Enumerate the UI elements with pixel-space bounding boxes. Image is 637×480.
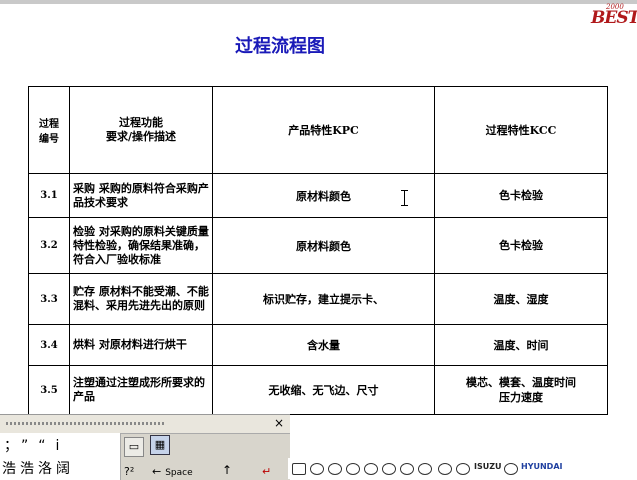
honda-logo-icon [292, 463, 306, 475]
text-cursor-icon [401, 190, 408, 206]
best-logo: 2000 BEST [588, 3, 637, 28]
hyundai-logo: HYUNDAI [521, 462, 563, 471]
bmw-logo-icon [382, 463, 396, 475]
candidate-char-row[interactable]: 浩浩洛阔 [2, 458, 74, 478]
row-no: 3.1 [28, 173, 70, 218]
candidate-punct-row[interactable]: ；”“i [4, 435, 69, 455]
row-no: 3.3 [28, 273, 70, 325]
acura-logo-icon [400, 463, 414, 475]
header-description: 过程功能 要求/操作描述 [69, 86, 213, 174]
brand-logo-icon [456, 463, 470, 475]
key-space-label: Space [165, 468, 193, 478]
row-kcc: 模芯、模套、温度时间 压力速度 [434, 365, 608, 415]
row-kcc: 温度、湿度 [434, 273, 608, 325]
row-kcc: 温度、时间 [434, 324, 608, 366]
row-desc: 烘料 对原材料进行烘干 [69, 324, 213, 366]
key-question[interactable]: ?² [124, 465, 134, 478]
row-no: 3.2 [28, 217, 70, 274]
logo-text: BEST [591, 8, 637, 28]
ime-mode-icon[interactable]: ▭ [124, 437, 144, 457]
key-enter[interactable]: ↵ [262, 465, 271, 478]
row-kcc: 色卡检验 [434, 217, 608, 274]
drag-handle-icon[interactable] [6, 422, 166, 425]
table-row: 3.2 检验 对采购的原料关键质量特性检验，确保结果准确，符合入厂验收标准 原材… [28, 217, 608, 274]
ime-soft-keyboard[interactable]: × ；”“i 浩浩洛阔 ▭ ▦ ?² ← Space ↑ ↵ [0, 414, 290, 480]
row-no: 3.5 [28, 365, 70, 415]
porsche-logo-icon [438, 463, 452, 475]
row-desc: 检验 对采购的原料关键质量特性检验，确保结果准确，符合入厂验收标准 [69, 217, 213, 274]
header-kcc: 过程特性KCC [434, 86, 608, 174]
key-space[interactable]: ← Space [152, 465, 193, 478]
process-table: 过程 编号 过程功能 要求/操作描述 产品特性KPC 过程特性KCC 3.1 采购 … [28, 86, 608, 415]
table-row: 3.5 注塑通过注塑成形所要求的产品 无收缩、无飞边、尺寸 模芯、模套、温度时间… [28, 365, 608, 415]
key-up[interactable]: ↑ [222, 463, 232, 477]
row-kpc: 无收缩、无飞边、尺寸 [212, 365, 435, 415]
brand-logo-icon [504, 463, 518, 475]
isuzu-logo: ISUZU [474, 462, 502, 471]
ime-candidates[interactable]: ；”“i 浩浩洛阔 [0, 433, 121, 480]
row-desc: 注塑通过注塑成形所要求的产品 [69, 365, 213, 415]
toyota-logo-icon [310, 463, 324, 475]
row-kcc: 色卡检验 [434, 173, 608, 218]
row-kpc: 原材料颜色 [212, 217, 435, 274]
ime-keyboard-icon[interactable]: ▦ [150, 435, 170, 455]
top-scrollbar [0, 0, 637, 4]
table-row: 3.1 采购 采购的原料符合采购产品技术要求 原材料颜色 色卡检验 [28, 173, 608, 218]
header-kpc: 产品特性KPC [212, 86, 435, 174]
table-row: 3.3 贮存 原材料不能受潮、不能混料、采用先进先出的原则 标识贮存，建立提示卡… [28, 273, 608, 325]
brand-logo-icon [418, 463, 432, 475]
lotus-logo-icon [346, 463, 360, 475]
row-desc: 采购 采购的原料符合采购产品技术要求 [69, 173, 213, 218]
row-kpc: 标识贮存，建立提示卡、 [212, 273, 435, 325]
slide-title: 过程流程图 [235, 36, 325, 57]
row-desc: 贮存 原材料不能受潮、不能混料、采用先进先出的原则 [69, 273, 213, 325]
left-arrow-icon: ← [152, 465, 162, 478]
car-brand-strip: ISUZU HYUNDAI [288, 458, 637, 479]
alfa-logo-icon [364, 463, 378, 475]
header-process-no: 过程 编号 [28, 86, 70, 174]
row-no: 3.4 [28, 324, 70, 366]
row-kpc: 含水量 [212, 324, 435, 366]
ime-titlebar[interactable]: × [0, 415, 290, 434]
mazda-logo-icon [328, 463, 342, 475]
close-icon[interactable]: × [274, 416, 284, 430]
table-row: 3.4 烘料 对原材料进行烘干 含水量 温度、时间 [28, 324, 608, 366]
table-header-row: 过程 编号 过程功能 要求/操作描述 产品特性KPC 过程特性KCC [28, 86, 608, 174]
